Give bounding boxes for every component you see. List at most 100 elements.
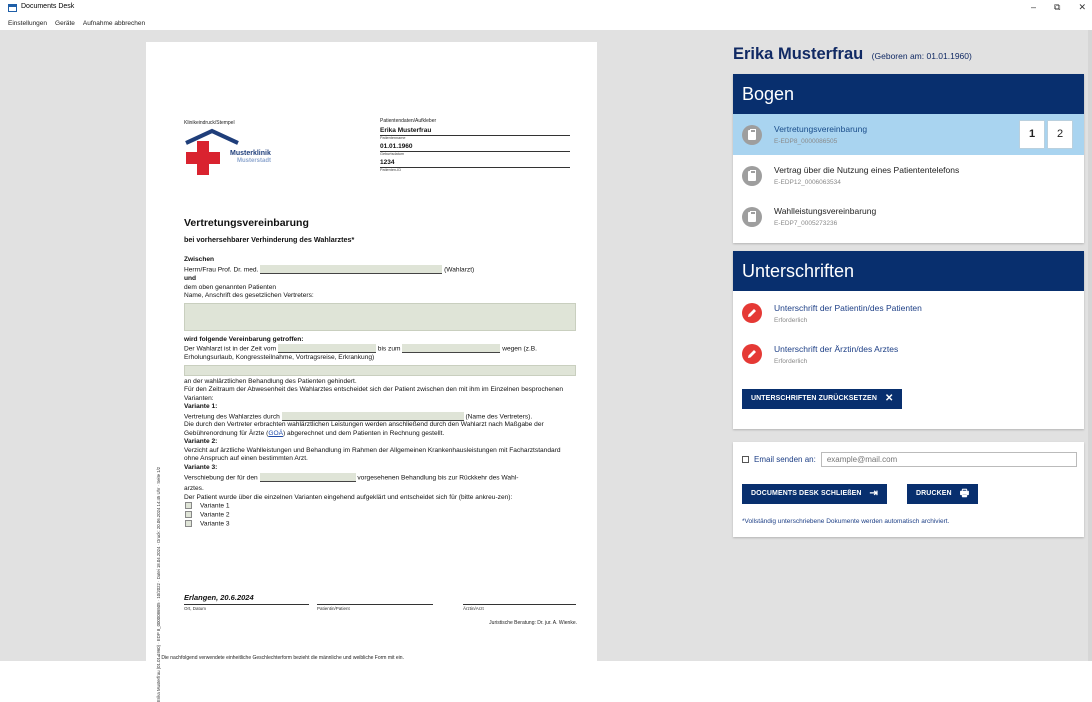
form-title: Wahlleistungsvereinbarung	[774, 206, 877, 216]
variant3-title: Variante 3:	[184, 463, 218, 471]
goa-link[interactable]: GOÄ	[268, 430, 283, 437]
signature-title: Unterschrift der Patientin/des Patienten	[774, 302, 922, 313]
reason-examples: Erholungsurlaub, Kongressteilnahme, Vort…	[184, 354, 375, 361]
form-title: Vertrag über die Nutzung eines Patienten…	[774, 165, 960, 175]
archive-note: *Vollständig unterschriebene Dokumente w…	[742, 518, 950, 525]
menu-einstellungen[interactable]: Einstellungen	[8, 20, 47, 27]
variant2-title: Variante 2:	[184, 438, 218, 446]
window-controls: – ⧉ ✕	[1031, 2, 1086, 13]
variant1-text-end: ) abgerechnet und dem Patienten in Rechn…	[282, 429, 445, 437]
variant1-checkbox[interactable]	[185, 502, 192, 509]
reset-signatures-button[interactable]: UNTERSCHRIFTEN ZURÜCKSETZEN ✕	[742, 389, 903, 409]
patient-name-value: Erika Musterfrau	[380, 127, 570, 136]
clinic-logo: Musterklinik Musterstadt	[184, 128, 294, 178]
close-window-button[interactable]: ✕	[1078, 2, 1086, 13]
signatures-header: Unterschriften	[733, 251, 1084, 291]
period-to-field[interactable]	[402, 344, 501, 354]
und-label: und	[184, 275, 197, 283]
page-2-button[interactable]: 2	[1048, 121, 1072, 148]
treatment-field[interactable]	[259, 473, 356, 483]
wahlarzt-label: (Wahlarzt)	[444, 265, 475, 273]
period-prefix: Der Wahlarzt ist in der Zeit vom	[184, 345, 277, 353]
substitute-name-field[interactable]	[281, 411, 464, 421]
signature-item-patient[interactable]: Unterschrift der Patientin/des Patienten…	[733, 293, 1084, 333]
app-title: Documents Desk	[21, 3, 75, 10]
restore-button[interactable]: ⧉	[1054, 2, 1060, 13]
variant2-checkbox[interactable]	[185, 510, 192, 518]
signature-item-doctor[interactable]: Unterschrift der Ärztin/des Arztes Erfor…	[733, 334, 1084, 374]
printer-icon: 🖶	[959, 488, 970, 499]
variant2-text: Verzicht auf ärztliche Wahlleistungen un…	[184, 446, 561, 463]
form-code: E-EDP7_0005273236	[774, 220, 838, 227]
variant3-check-label: Variante 3	[200, 519, 230, 527]
patient-data-label: Patientendaten/Aufkleber	[380, 118, 437, 124]
patient-signature-label: Patientin/Patient	[317, 604, 433, 611]
patient-id-label: Patienten-ID	[380, 168, 402, 172]
bogen-header: Bogen	[733, 74, 1084, 114]
actions-card: Email senden an: DOCUMENTS DESK SCHLIEßE…	[733, 442, 1084, 537]
variant3-suffix: vorgesehenen Behandlung bis zur Rückkehr…	[357, 474, 519, 482]
patient-name-label: Patientenname	[380, 136, 406, 140]
document-title: Vertretungsvereinbarung	[184, 217, 309, 229]
prevented-text: an der wahlärztlichen Behandlung des Pat…	[184, 377, 357, 385]
email-input[interactable]	[820, 452, 1077, 467]
close-desk-label: DOCUMENTS DESK SCHLIEßEN	[751, 490, 862, 497]
agreement-label: wird folgende Vereinbarung getroffen:	[184, 335, 304, 343]
patient-id-value: 1234	[380, 159, 570, 168]
variant1-title: Variante 1:	[184, 403, 218, 410]
page-1-button[interactable]: 1	[1020, 121, 1044, 148]
variant3-checkbox[interactable]	[185, 519, 192, 527]
form-item-patiententelefon[interactable]: Vertrag über die Nutzung eines Patienten…	[733, 155, 1084, 196]
variant1-suffix: (Name des Vertreters).	[465, 412, 533, 420]
decision-text: Der Patient wurde über die einzelnen Var…	[184, 493, 513, 501]
patient-name: Erika Musterfrau	[733, 45, 864, 63]
reset-signatures-label: UNTERSCHRIFTEN ZURÜCKSETZEN	[751, 395, 877, 402]
address-field[interactable]	[184, 302, 576, 331]
signature-status: Erforderlich	[774, 357, 808, 365]
address-label: Name, Anschrift des gesetzlichen Vertret…	[184, 292, 314, 300]
signature-status: Erforderlich	[774, 316, 808, 324]
menu-aufnahme-abbrechen[interactable]: Aufnahme abbrechen	[83, 20, 145, 27]
place-date-value: Erlangen, 20.6.2024	[184, 593, 254, 602]
roof-icon	[185, 128, 239, 145]
form-code: E-EDP12_0006063534	[774, 179, 841, 186]
place-date-label: Ort, Datum	[184, 604, 309, 611]
form-title: Vertretungsvereinbarung	[774, 124, 868, 134]
patient-dob: (Geboren am: 01.01.1960)	[871, 51, 972, 61]
clipboard-icon	[742, 124, 762, 145]
scrollbar[interactable]	[1088, 30, 1092, 661]
form-item-wahlleistungsvereinbarung[interactable]: Wahlleistungsvereinbarung E-EDP7_0005273…	[733, 196, 1084, 237]
pencil-icon	[742, 303, 762, 323]
minimize-button[interactable]: –	[1031, 2, 1036, 13]
absence-text: Für den Zeitraum der Abwesenheit des Wah…	[184, 386, 564, 402]
close-documents-desk-button[interactable]: DOCUMENTS DESK SCHLIEßEN ⇥	[742, 484, 888, 504]
variant3-prefix: Verschiebung der für den	[184, 474, 258, 482]
document-page: Klinikeindruck/Stempel Musterklinik Must…	[146, 42, 597, 702]
period-from-field[interactable]	[277, 344, 376, 354]
signatures-card: Unterschriften Unterschrift der Patienti…	[733, 251, 1084, 429]
period-mid: bis zum	[377, 345, 401, 353]
clinic-city: Musterstadt	[237, 158, 272, 164]
document-subtitle: bei vorhersehbarer Verhinderung des Wahl…	[184, 235, 355, 244]
footnote: * Die nachfolgend verwendete einheitlich…	[158, 655, 404, 661]
between-label: Zwischen	[184, 256, 215, 263]
exit-icon: ⇥	[869, 488, 879, 499]
menu-geraete[interactable]: Geräte	[55, 20, 75, 27]
legal-advice: Juristische Beratung: Dr. jur. A. Wienke…	[489, 620, 577, 626]
signature-title: Unterschrift der Ärztin/des Arztes	[774, 343, 899, 354]
title-bar: Documents Desk – ⧉ ✕	[0, 0, 1092, 16]
page-selector: 1 2	[1020, 121, 1072, 148]
patient-sticker: Patientendaten/Aufkleber Erika Musterfra…	[380, 118, 570, 175]
clipboard-icon	[742, 165, 762, 186]
document-body: Zwischen Herrn/Frau Prof. Dr. med. (Wahl…	[184, 256, 576, 528]
wahlarzt-name-field[interactable]	[260, 264, 443, 274]
email-checkbox[interactable]	[742, 456, 749, 463]
reason-field[interactable]	[184, 364, 576, 376]
close-icon: ✕	[884, 393, 894, 404]
app-icon	[8, 4, 17, 12]
patient-header: Erika Musterfrau (Geboren am: 01.01.1960…	[733, 45, 972, 64]
form-item-vertretungsvereinbarung[interactable]: Vertretungsvereinbarung E-EDP8_000008650…	[733, 114, 1084, 155]
print-button[interactable]: DRUCKEN 🖶	[907, 484, 979, 504]
variant1-check-label: Variante 1	[200, 502, 230, 510]
variant3-end: arztes.	[184, 485, 204, 492]
